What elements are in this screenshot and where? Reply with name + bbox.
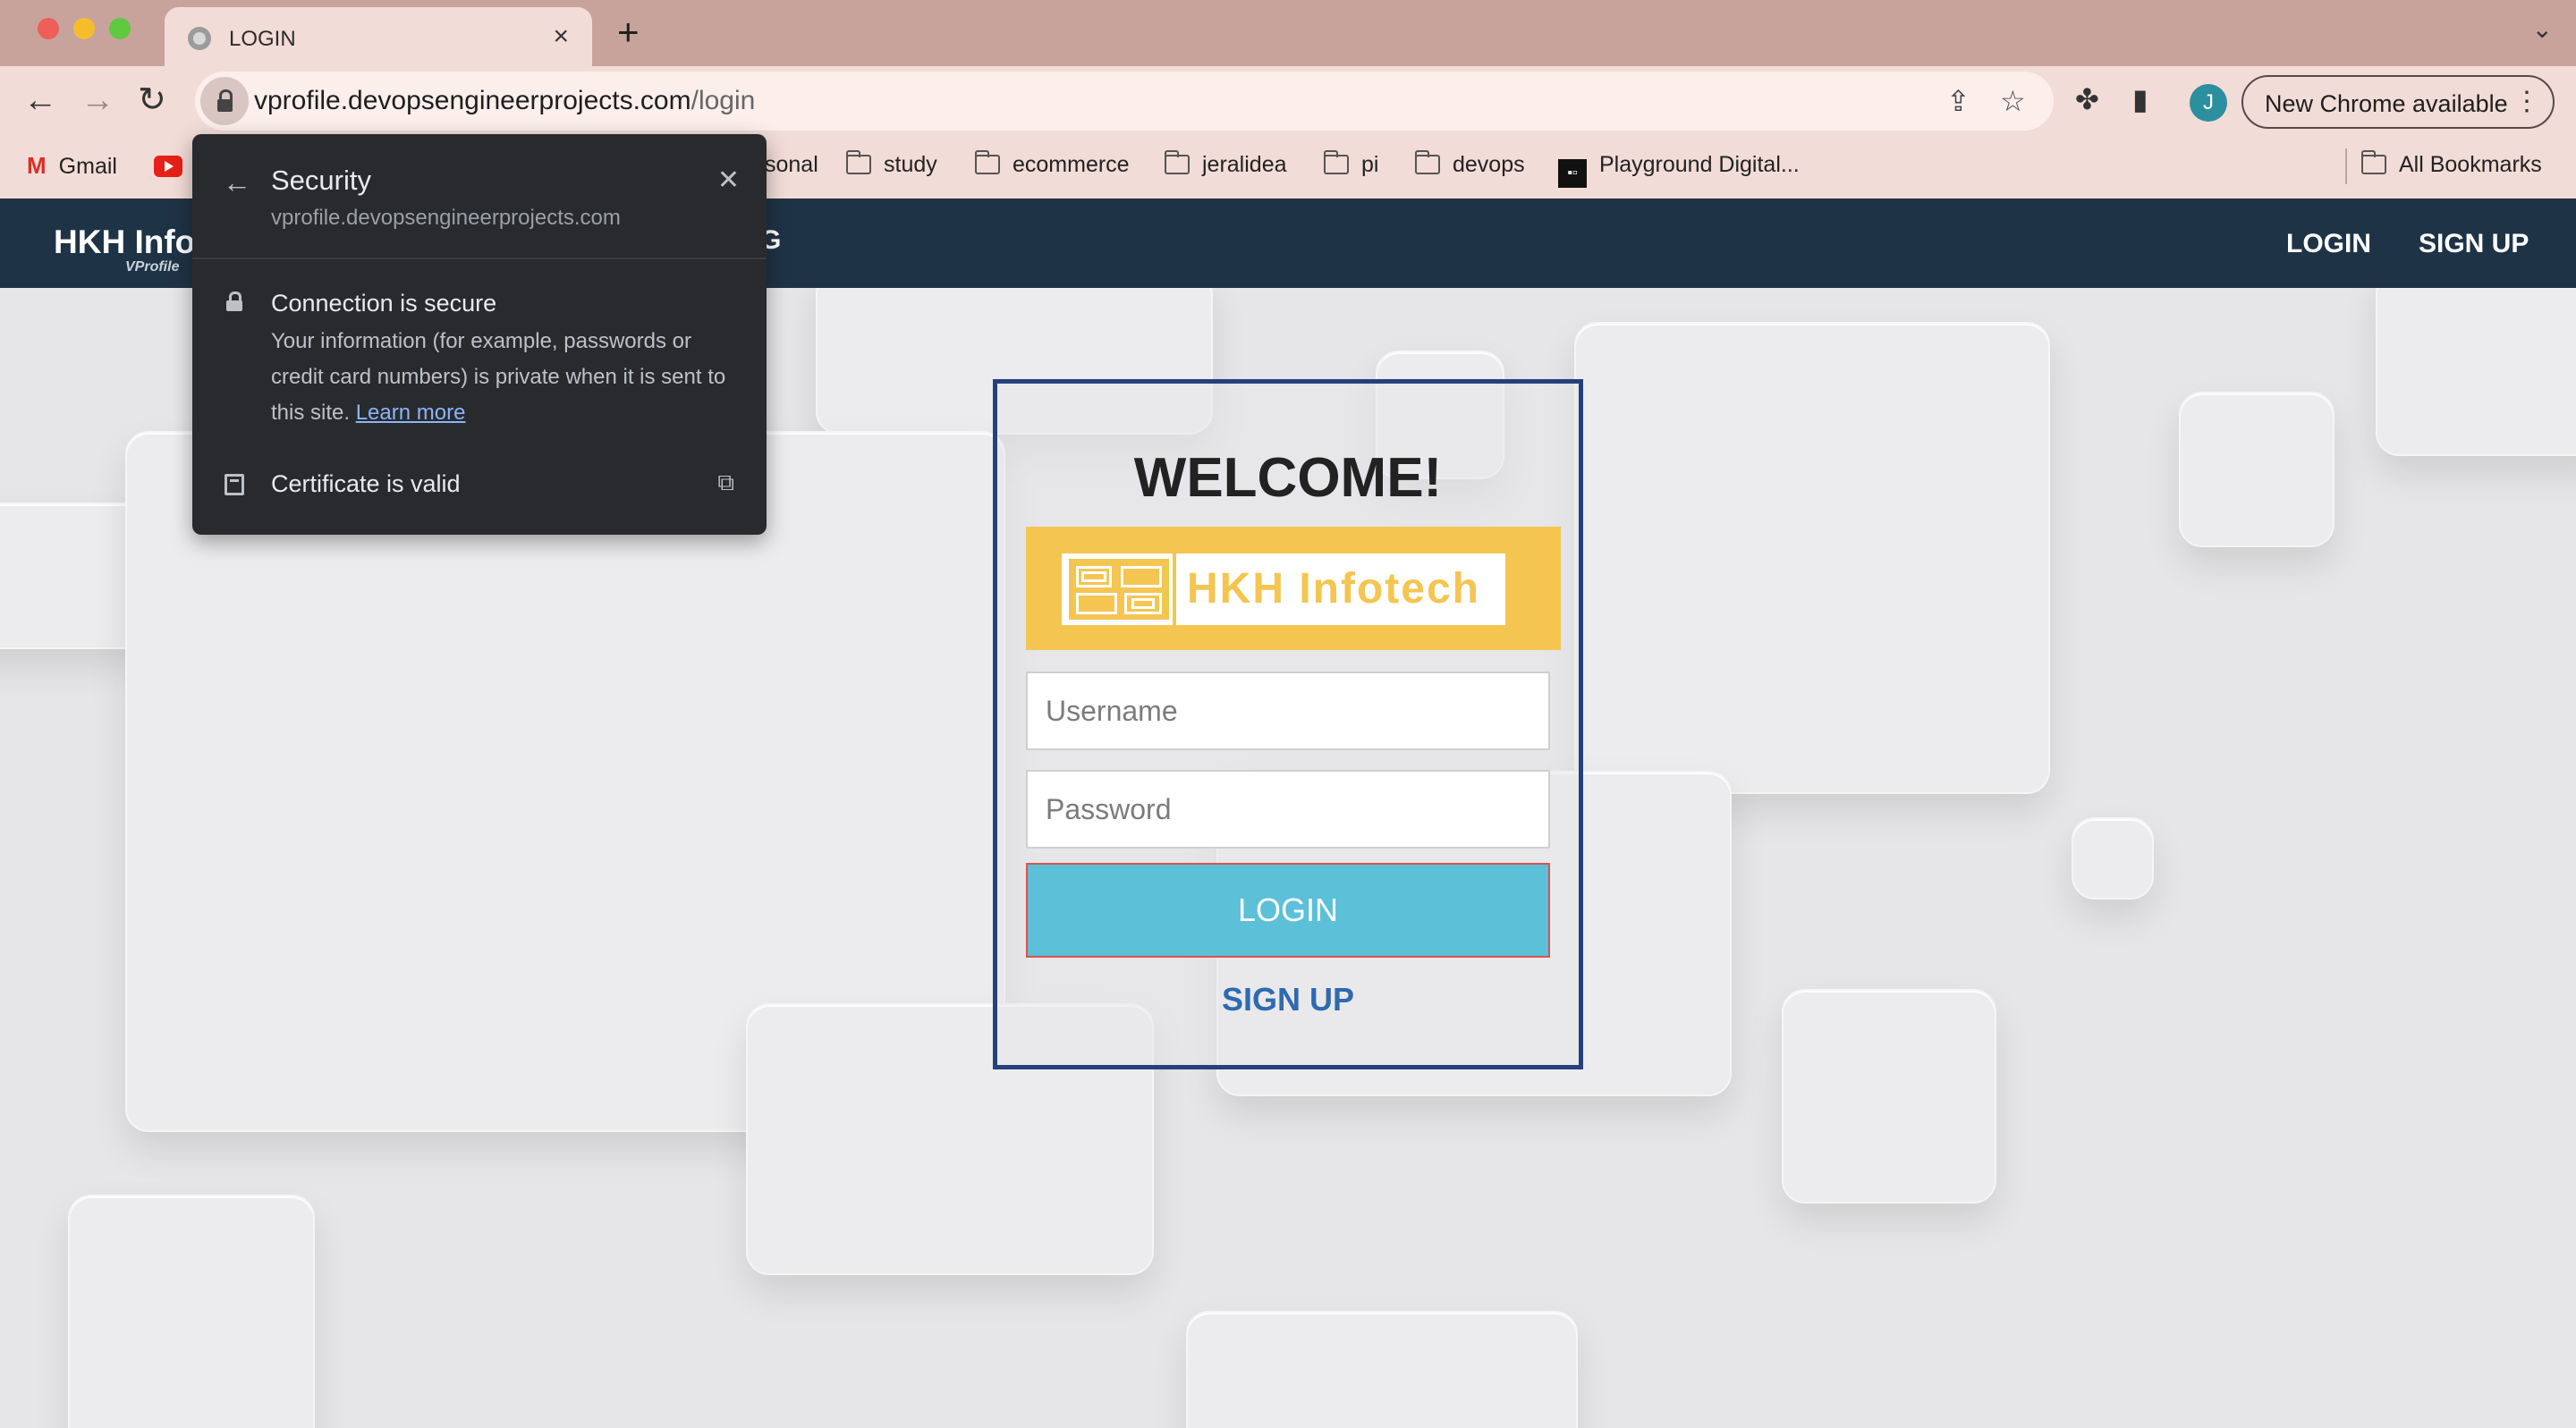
company-logo: HKH Infotech	[1026, 527, 1561, 650]
maze-logo-icon	[1069, 559, 1169, 620]
chrome-update-button[interactable]: New Chrome available ⋮	[2241, 75, 2555, 129]
background-tile	[68, 1195, 315, 1428]
tab-title: LOGIN	[229, 27, 296, 51]
popup-divider	[192, 258, 767, 259]
bookmark-folder-ecommerce[interactable]: ecommerce	[974, 150, 1130, 178]
bookmark-gmail[interactable]: M Gmail	[27, 152, 117, 180]
address-bar[interactable]: vprofile.devopsengineerprojects.com/logi…	[195, 72, 2054, 131]
profile-avatar[interactable]: J	[2190, 84, 2227, 122]
background-tile	[2072, 817, 2154, 900]
folder-icon	[1164, 150, 1190, 174]
security-title: Security	[271, 165, 371, 196]
url-text[interactable]: vprofile.devopsengineerprojects.com/logi…	[254, 86, 755, 116]
folder-icon	[845, 150, 871, 174]
nav-login-link[interactable]: LOGIN	[2286, 229, 2371, 259]
nav-signup-link[interactable]: SIGN UP	[2419, 229, 2529, 259]
lock-icon	[226, 292, 242, 311]
bookmark-partial[interactable]: sonal	[765, 152, 818, 178]
close-window-button[interactable]	[38, 18, 59, 39]
bookmark-star-icon[interactable]: ☆	[2000, 84, 2026, 118]
close-icon[interactable]: ✕	[717, 165, 740, 196]
kebab-menu-icon[interactable]: ⋮	[2513, 86, 2540, 117]
site-brand[interactable]: HKH Info	[54, 224, 195, 261]
signup-link[interactable]: SIGN UP	[997, 981, 1579, 1018]
bookmark-folder-pi[interactable]: pi	[1323, 150, 1378, 178]
learn-more-link[interactable]: Learn more	[356, 401, 466, 425]
folder-icon	[1414, 150, 1440, 174]
background-tile	[2376, 270, 2576, 456]
certificate-status[interactable]: Certificate is valid	[271, 470, 461, 498]
logo-text: HKH Infotech	[1187, 565, 1480, 613]
background-tile	[2179, 392, 2334, 547]
username-input[interactable]	[1026, 672, 1550, 750]
back-arrow-icon[interactable]: ←	[223, 166, 251, 199]
security-host: vprofile.devopsengineerprojects.com	[271, 206, 621, 230]
side-panel-icon[interactable]: ▮	[2132, 82, 2148, 116]
gmail-icon: M	[27, 152, 47, 179]
site-brand-subtitle: VProfile	[125, 259, 180, 275]
reload-button[interactable]: ↻	[138, 82, 166, 118]
maximize-window-button[interactable]	[109, 18, 131, 39]
bookmark-folder-jeralidea[interactable]: jeralidea	[1164, 150, 1287, 178]
bookmark-all-bookmarks[interactable]: All Bookmarks	[2360, 150, 2542, 178]
browser-tab[interactable]: LOGIN ×	[165, 7, 592, 66]
tab-close-icon[interactable]: ×	[553, 21, 569, 52]
logo-inner: HKH Infotech	[1062, 553, 1505, 625]
site-info-lock-icon[interactable]	[200, 77, 249, 125]
background-tile	[1186, 1311, 1578, 1428]
minimize-window-button[interactable]	[73, 18, 95, 39]
login-button[interactable]: LOGIN	[1026, 863, 1550, 958]
share-icon[interactable]: ⇪	[1946, 84, 1970, 118]
globe-icon	[188, 27, 211, 50]
external-link-icon[interactable]: ⧉	[717, 469, 734, 497]
security-popup: ← Security vprofile.devopsengineerprojec…	[192, 134, 767, 535]
extensions-puzzle-icon[interactable]: ✤	[2075, 82, 2099, 116]
playground-icon: ▪▫	[1558, 159, 1587, 188]
certificate-icon	[225, 474, 244, 495]
folder-icon	[2360, 150, 2386, 174]
bookmark-playground[interactable]: ▪▫ Playground Digital...	[1558, 152, 1800, 188]
bookmark-folder-study[interactable]: study	[845, 150, 937, 178]
forward-button[interactable]: →	[80, 82, 114, 118]
folder-icon	[1323, 150, 1349, 174]
chevron-down-icon[interactable]: ⌄	[2532, 14, 2553, 44]
logo-divider	[1173, 553, 1176, 625]
password-input[interactable]	[1026, 770, 1550, 849]
youtube-icon[interactable]	[154, 156, 182, 177]
tab-strip: LOGIN × + ⌄	[0, 0, 2576, 66]
connection-status: Connection is secure	[271, 290, 497, 317]
bookmarks-separator	[2345, 148, 2347, 184]
connection-description: Your information (for example, passwords…	[271, 324, 736, 431]
bookmark-folder-devops[interactable]: devops	[1414, 150, 1525, 178]
back-button[interactable]: ←	[23, 82, 57, 118]
connection-description-text: Your information (for example, passwords…	[271, 329, 726, 425]
chrome-update-label: New Chrome available	[2265, 90, 2508, 117]
login-card: WELCOME! HKH Infotech LOGIN SIGN UP	[993, 379, 1583, 1069]
background-tile	[1574, 322, 2050, 794]
background-tile	[1782, 989, 1996, 1204]
welcome-heading: WELCOME!	[1133, 447, 1443, 509]
new-tab-button[interactable]: +	[617, 11, 640, 54]
folder-icon	[974, 150, 1000, 174]
